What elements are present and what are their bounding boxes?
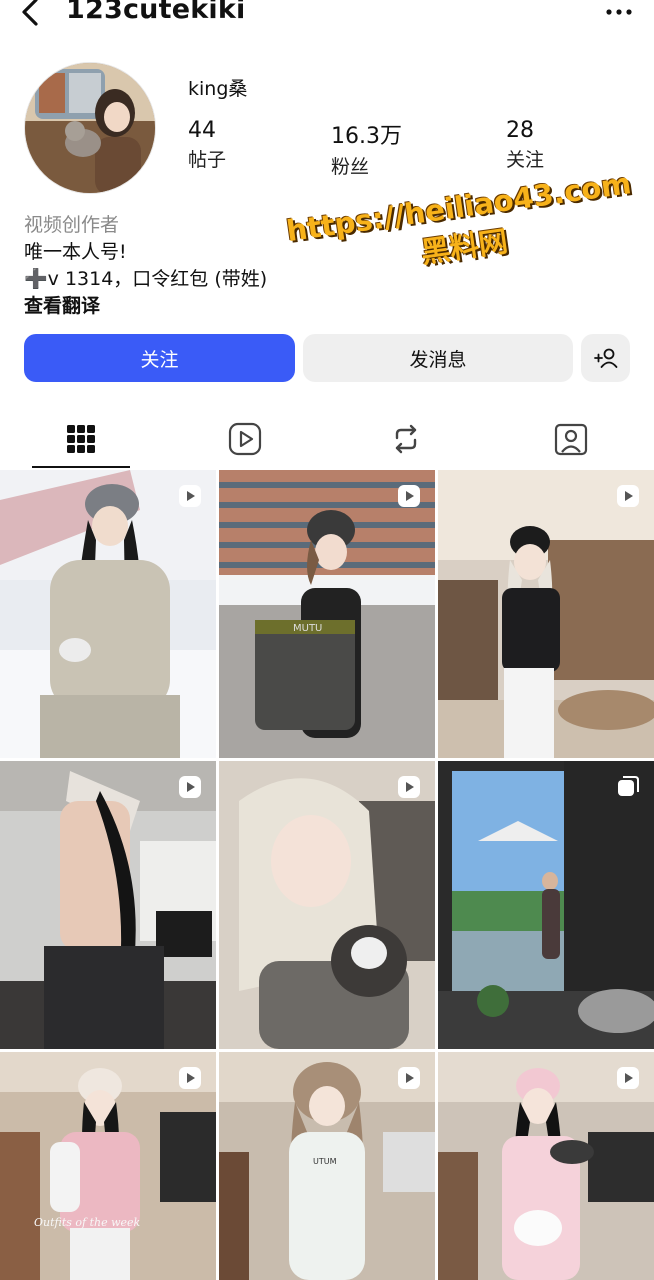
stat-followers[interactable]: 16.3万 粉丝 <box>331 118 402 179</box>
tab-tagged[interactable] <box>522 410 620 468</box>
back-button[interactable] <box>14 0 48 30</box>
more-options-button[interactable] <box>604 2 634 22</box>
stat-posts-count: 44 <box>188 118 216 143</box>
post-thumbnail[interactable] <box>219 761 435 1049</box>
tab-posts-grid[interactable] <box>32 410 130 468</box>
post-thumbnail[interactable] <box>0 470 216 758</box>
post-image: MUTU <box>219 470 435 758</box>
see-translation-link[interactable]: 查看翻译 <box>24 293 267 320</box>
posts-grid: MUTU Outfits of the week UTUM <box>0 470 654 1280</box>
suggested-users-button[interactable] <box>581 334 630 382</box>
stat-following-label: 关注 <box>506 149 545 171</box>
reposts-icon <box>395 424 417 454</box>
reel-badge-icon <box>398 1067 420 1089</box>
bio-line-2: ➕v 1314，口令红包 (带姓) <box>24 268 268 290</box>
more-horizontal-icon <box>606 9 632 15</box>
reel-badge-icon <box>617 1067 639 1089</box>
reel-badge-icon <box>398 485 420 507</box>
profile-username: 123cutekiki <box>66 0 246 25</box>
add-person-icon <box>593 348 617 368</box>
post-overlay-text: MUTU <box>293 623 322 634</box>
reel-badge-icon <box>179 776 201 798</box>
message-button[interactable]: 发消息 <box>303 334 573 382</box>
post-image <box>0 761 216 1049</box>
chevron-left-icon <box>22 0 38 26</box>
tab-reels[interactable] <box>196 410 294 468</box>
follow-button[interactable]: 关注 <box>24 334 295 382</box>
reels-icon <box>228 422 262 456</box>
stat-following-count: 28 <box>506 118 534 143</box>
reel-badge-icon <box>398 776 420 798</box>
post-thumbnail[interactable] <box>438 761 654 1049</box>
post-image <box>219 761 435 1049</box>
post-thumbnail[interactable]: Outfits of the week <box>0 1052 216 1280</box>
stat-following[interactable]: 28 关注 <box>506 118 544 172</box>
stat-followers-count: 16.3万 <box>331 124 402 149</box>
post-image <box>0 470 216 758</box>
grid-icon <box>67 425 95 453</box>
display-name: king桑 <box>188 78 248 100</box>
avatar-photo <box>25 63 155 193</box>
watermark-overlay: https://heiliao43.com 黑料网 <box>284 166 639 290</box>
post-overlay-text: UTUM <box>313 1157 337 1166</box>
carousel-badge-icon <box>618 776 639 796</box>
tagged-icon <box>554 423 588 456</box>
post-image <box>438 761 654 1049</box>
post-thumbnail[interactable] <box>0 761 216 1049</box>
reel-badge-icon <box>179 485 201 507</box>
profile-avatar[interactable] <box>24 62 156 194</box>
bio-line-1: 唯一本人号! <box>24 241 127 263</box>
bio-section: 视频创作者 唯一本人号! ➕v 1314，口令红包 (带姓) 查看翻译 <box>24 212 267 320</box>
post-thumbnail[interactable] <box>438 1052 654 1280</box>
top-bar: 123cutekiki <box>0 0 654 32</box>
post-thumbnail[interactable] <box>438 470 654 758</box>
tab-reposts[interactable] <box>357 410 455 468</box>
reel-badge-icon <box>179 1067 201 1089</box>
post-thumbnail[interactable]: MUTU <box>219 470 435 758</box>
stat-posts[interactable]: 44 帖子 <box>188 118 226 172</box>
stat-followers-label: 粉丝 <box>331 156 370 178</box>
post-thumbnail[interactable]: UTUM <box>219 1052 435 1280</box>
post-overlay-text: Outfits of the week <box>34 1216 141 1229</box>
stat-posts-label: 帖子 <box>188 149 227 171</box>
post-image <box>438 470 654 758</box>
profile-tabs <box>0 410 654 470</box>
bio-category: 视频创作者 <box>24 214 120 236</box>
reel-badge-icon <box>617 485 639 507</box>
